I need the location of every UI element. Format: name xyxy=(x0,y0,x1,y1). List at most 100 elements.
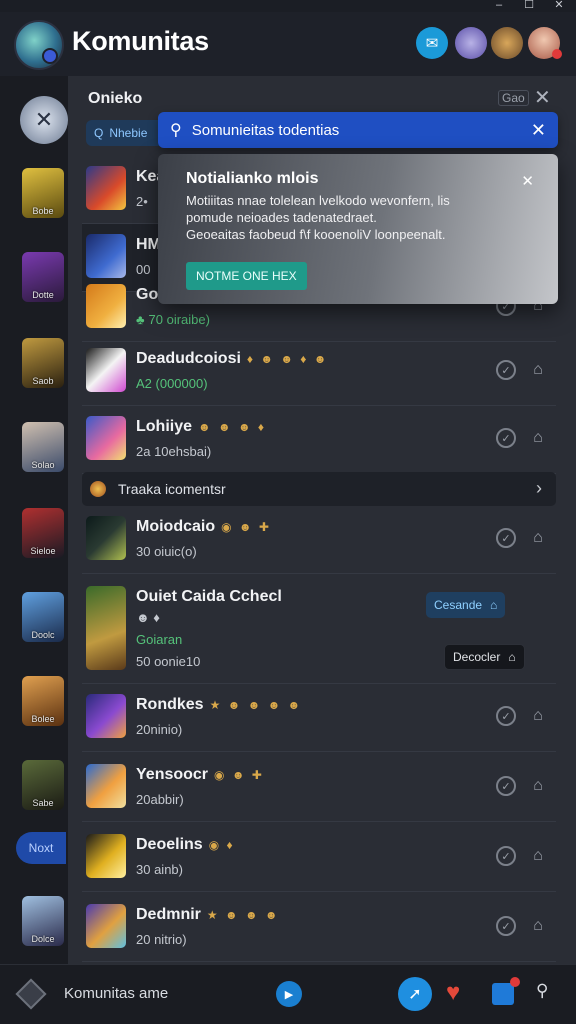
community-meta: 20abbir) xyxy=(136,792,184,807)
app-logo xyxy=(14,20,64,70)
filter-chip-label: Nhebie xyxy=(109,126,148,140)
rail-item[interactable]: Sieloe xyxy=(22,508,64,558)
search-input[interactable] xyxy=(191,121,521,139)
check-icon[interactable]: ✓ xyxy=(496,706,516,726)
close-notification-icon[interactable]: ✕ xyxy=(521,172,534,190)
community-meta: 2• xyxy=(136,194,148,209)
rail-item-label: Bolee xyxy=(31,714,55,724)
rail-item[interactable]: Solao xyxy=(22,422,64,472)
rail-item-label: Bobe xyxy=(32,206,54,216)
rail-item-label: Saob xyxy=(32,376,54,386)
rail-item-label: Sieloe xyxy=(30,546,56,556)
chat-button[interactable]: ✉ xyxy=(416,27,448,59)
search-bar[interactable]: ⚲ ✕ xyxy=(158,112,558,148)
emoji-badges: ♦ ☻ ☻ ♦ ☻ xyxy=(246,352,329,366)
notification-popup: Notialianko mlois Motiiitas nnae tolelea… xyxy=(158,154,558,304)
search-icon: Q xyxy=(94,126,104,140)
list-item[interactable]: Lohiiye ☻ ☻ ☻ ♦ 2a 10ehsbai) ✓ ⌂ xyxy=(82,406,556,474)
check-icon[interactable]: ✓ xyxy=(496,846,516,866)
community-name: Dedmnir ★ ☻ ☻ ☻ xyxy=(136,906,280,924)
rail-item[interactable]: Sabe xyxy=(22,760,64,810)
community-thumbnail xyxy=(86,694,126,738)
home-icon[interactable]: ⌂ xyxy=(528,706,548,726)
rail-item[interactable]: Dolce xyxy=(22,896,64,946)
home-icon[interactable]: ⌂ xyxy=(528,916,548,936)
notification-line: pomude neioades tadenatedraet. xyxy=(186,210,377,225)
home-icon[interactable]: ⌂ xyxy=(528,528,548,548)
community-meta: 30 oiuic(o) xyxy=(136,544,197,559)
rail-home-icon[interactable]: ✕ xyxy=(20,96,68,144)
section-header[interactable]: Traaka icomentsr › xyxy=(82,472,556,506)
notifications-icon[interactable] xyxy=(492,977,520,1005)
panel-tag[interactable]: Gao xyxy=(498,90,529,106)
bottom-bar: Komunitas ame ▶ ➚ ♥ ⚲ xyxy=(0,964,576,1024)
minimize-icon[interactable]: – xyxy=(492,0,506,12)
list-item[interactable]: Yensoocr ◉ ☻ ✚ 20abbir) ✓ ⌂ xyxy=(82,754,556,822)
list-item[interactable]: Deadudcoiosi ♦ ☻ ☻ ♦ ☻ A2 (000000) ✓ ⌂ xyxy=(82,338,556,406)
community-thumbnail xyxy=(86,284,126,328)
list-item[interactable]: Rondkes ★ ☻ ☻ ☻ ☻ 20ninio) ✓ ⌂ xyxy=(82,684,556,752)
community-name: Yensoocr ◉ ☻ ✚ xyxy=(136,766,264,784)
close-window-icon[interactable]: ✕ xyxy=(552,0,566,12)
members-icon: ♣ xyxy=(136,312,145,327)
heart-icon[interactable]: ♥ xyxy=(446,979,460,1007)
check-icon[interactable]: ✓ xyxy=(496,776,516,796)
join-button-label: Cesande xyxy=(434,598,483,612)
app-header: Komunitas ✉ xyxy=(0,12,576,76)
community-name: Moiodcaio ◉ ☻ ✚ xyxy=(136,518,271,536)
community-thumbnail xyxy=(86,516,126,560)
avatar[interactable] xyxy=(491,27,523,59)
home-icon[interactable]: ⌂ xyxy=(528,776,548,796)
rail-item[interactable]: Doolc xyxy=(22,592,64,642)
list-item[interactable]: Dedmnir ★ ☻ ☻ ☻ 20 nitrio) ✓ ⌂ xyxy=(82,894,556,962)
rail-item[interactable]: Bobe xyxy=(22,168,64,218)
check-icon[interactable]: ✓ xyxy=(496,916,516,936)
rail-item-label: Solao xyxy=(31,460,55,470)
rail-item[interactable]: Bolee xyxy=(22,676,64,726)
search-icon[interactable]: ⚲ xyxy=(536,981,548,1001)
community-meta: A2 (000000) xyxy=(136,376,208,391)
community-thumbnail xyxy=(86,234,126,278)
home-icon[interactable]: ⌂ xyxy=(528,428,548,448)
cursor-icon[interactable]: ➚ xyxy=(398,977,432,1011)
rail-next-button[interactable]: Noxt xyxy=(16,832,66,864)
list-item[interactable]: Deoelins ◉ ♦ 30 ainb) ✓ ⌂ xyxy=(82,824,556,892)
community-meta: Goiaran xyxy=(136,632,183,647)
home-icon[interactable]: ⌂ xyxy=(528,846,548,866)
close-icon[interactable]: ✕ xyxy=(534,85,551,110)
emoji-badges: ★ ☻ ☻ ☻ ☻ xyxy=(209,698,303,712)
clear-search-icon[interactable]: ✕ xyxy=(531,120,546,141)
emoji-badges: ◉ ♦ xyxy=(208,838,235,852)
join-button[interactable]: Cesande ⌂ xyxy=(426,592,506,618)
notification-action-button[interactable]: NOTME ONE HEX xyxy=(186,262,307,290)
community-thumbnail xyxy=(86,416,126,460)
profile-avatar[interactable] xyxy=(528,27,562,59)
community-name-text: Yensoocr xyxy=(136,766,209,783)
community-name: Deadudcoiosi ♦ ☻ ☻ ♦ ☻ xyxy=(136,350,328,368)
check-icon[interactable]: ✓ xyxy=(496,528,516,548)
emoji-badges: ★ ☻ ☻ ☻ xyxy=(206,908,280,922)
play-icon[interactable]: ▶ xyxy=(276,981,302,1007)
maximize-icon[interactable]: ☐ xyxy=(522,0,536,12)
home-icon[interactable]: ⌂ xyxy=(528,360,548,380)
community-name-text: Dedmnir xyxy=(136,906,201,923)
decline-button-label: Decocler xyxy=(453,650,501,664)
community-meta: ♣ 70 oiraibe) xyxy=(136,312,210,327)
list-item[interactable]: Moiodcaio ◉ ☻ ✚ 30 oiuic(o) ✓ ⌂ xyxy=(82,506,556,574)
search-icon: ⚲ xyxy=(170,122,182,139)
panel-title: Onieko xyxy=(88,90,143,107)
list-item[interactable]: Ouiet Caida Cchecl ☻ ♦ Goiaran 50 oonie1… xyxy=(82,576,556,684)
check-icon[interactable]: ✓ xyxy=(496,360,516,380)
rail-item[interactable]: Saob xyxy=(22,338,64,388)
rail-item-label: Dotte xyxy=(32,290,54,300)
community-thumbnail xyxy=(86,834,126,878)
decline-button[interactable]: Decocler ⌂ xyxy=(444,644,525,670)
community-thumbnail xyxy=(86,904,126,948)
diamond-icon[interactable] xyxy=(15,978,47,1010)
check-icon[interactable]: ✓ xyxy=(496,428,516,448)
section-label: Traaka icomentsr xyxy=(118,481,226,497)
chevron-right-icon: › xyxy=(536,478,542,498)
avatar[interactable] xyxy=(455,27,487,59)
home-icon: ⌂ xyxy=(508,650,516,664)
rail-item[interactable]: Dotte xyxy=(22,252,64,302)
